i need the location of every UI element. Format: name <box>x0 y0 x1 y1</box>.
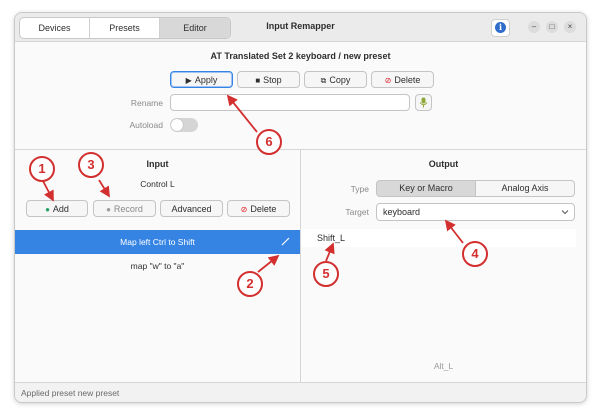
delete-preset-label: Delete <box>394 75 421 85</box>
add-label: Add <box>52 204 69 214</box>
about-button[interactable]: i <box>491 19 510 37</box>
delete-icon: ⊘ <box>384 76 392 85</box>
copy-button[interactable]: ⧉ Copy <box>304 71 367 88</box>
rename-save-button[interactable] <box>415 94 432 111</box>
apply-label: Apply <box>194 75 218 85</box>
apply-button[interactable]: ▶ Apply <box>170 71 233 88</box>
minimize-button[interactable]: – <box>528 21 540 33</box>
app-window: Devices Presets Editor Input Remapper i … <box>14 12 587 403</box>
autoload-toggle[interactable] <box>170 118 198 132</box>
header-bar: Devices Presets Editor Input Remapper i … <box>15 13 586 42</box>
status-bar: Applied preset new preset <box>15 382 586 402</box>
annotation-badge-6: 6 <box>256 129 282 155</box>
annotation-badge-5: 5 <box>313 261 339 287</box>
copy-label: Copy <box>329 75 351 85</box>
stop-icon: ■ <box>255 76 261 85</box>
preset-title: AT Translated Set 2 keyboard / new prese… <box>210 51 391 61</box>
mapping-list: Map left Ctrl to Shift map "w" to "a" <box>15 230 300 278</box>
microphone-icon <box>419 97 428 108</box>
tab-presets[interactable]: Presets <box>90 18 160 38</box>
chevron-down-icon <box>561 210 569 215</box>
delete-preset-button[interactable]: ⊘ Delete <box>371 71 434 88</box>
stop-button[interactable]: ■ Stop <box>237 71 300 88</box>
copy-icon: ⧉ <box>320 76 327 85</box>
target-value: keyboard <box>383 207 421 217</box>
mapping-label: Map left Ctrl to Shift <box>120 237 195 247</box>
delete-mapping-label: Delete <box>250 204 277 214</box>
input-heading: Input <box>146 159 169 169</box>
mapping-label: map "w" to "a" <box>130 261 185 271</box>
rename-input[interactable] <box>170 94 410 111</box>
output-hint: Alt_L <box>433 361 454 371</box>
target-select[interactable]: keyboard <box>376 203 575 221</box>
output-heading: Output <box>428 159 459 169</box>
record-button[interactable]: ● Record <box>93 200 156 217</box>
tab-devices[interactable]: Devices <box>20 18 90 38</box>
advanced-button[interactable]: Advanced <box>160 200 223 217</box>
maximize-button[interactable]: □ <box>546 21 558 33</box>
type-option-analog-axis[interactable]: Analog Axis <box>475 180 575 197</box>
view-switcher: Devices Presets Editor <box>19 17 231 39</box>
current-input-event: Control L <box>140 179 175 189</box>
record-label: Record <box>113 204 143 214</box>
autoload-label: Autoload <box>129 120 163 130</box>
rename-label: Rename <box>130 98 163 108</box>
annotation-badge-2: 2 <box>237 271 263 297</box>
target-label: Target <box>345 207 369 217</box>
annotation-badge-3: 3 <box>78 152 104 178</box>
info-icon: i <box>495 22 506 33</box>
edit-pencil-icon[interactable] <box>281 237 290 246</box>
add-icon: ● <box>45 205 50 214</box>
type-label: Type <box>350 184 369 194</box>
play-icon: ▶ <box>185 76 192 85</box>
add-mapping-button[interactable]: ● Add <box>26 200 88 217</box>
annotation-badge-4: 4 <box>462 241 488 267</box>
tab-editor[interactable]: Editor <box>160 18 230 38</box>
output-editor[interactable]: Shift_L <box>301 229 576 247</box>
delete-mapping-button[interactable]: ⊘ Delete <box>227 200 290 217</box>
type-option-key-or-macro[interactable]: Key or Macro <box>376 180 476 197</box>
mapping-row[interactable]: Map left Ctrl to Shift <box>15 230 300 254</box>
record-icon: ● <box>106 205 111 214</box>
close-button[interactable]: × <box>564 21 576 33</box>
delete-icon: ⊘ <box>240 205 248 214</box>
screenshot-stage: Devices Presets Editor Input Remapper i … <box>0 0 600 419</box>
toggle-knob <box>171 119 183 131</box>
pane-divider <box>300 149 301 382</box>
stop-label: Stop <box>263 75 282 85</box>
annotation-badge-1: 1 <box>29 156 55 182</box>
